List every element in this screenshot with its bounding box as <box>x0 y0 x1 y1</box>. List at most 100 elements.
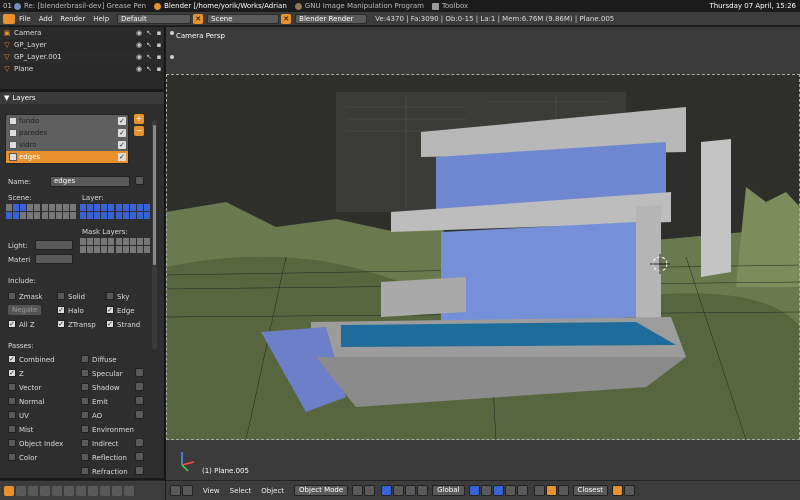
render-icon[interactable]: ▪ <box>154 29 164 37</box>
render-layer-grid-2[interactable] <box>116 204 150 219</box>
indirect-pass-checkbox[interactable] <box>81 439 89 447</box>
material-override-field[interactable] <box>35 254 73 264</box>
render-icon[interactable]: ▪ <box>154 41 164 49</box>
normal-pass-checkbox[interactable] <box>8 397 16 405</box>
edge-checkbox[interactable]: ✓ <box>106 306 114 314</box>
close-scene-icon[interactable]: ✕ <box>281 13 292 24</box>
scene-field[interactable]: Scene <box>207 13 280 24</box>
task-toolbox[interactable]: Toolbox <box>431 2 468 10</box>
eye-icon[interactable]: ◉ <box>134 29 144 37</box>
scene-layers-grid-2[interactable] <box>42 204 76 219</box>
layer-enable-checkbox[interactable]: ✓ <box>118 141 126 149</box>
sky-checkbox[interactable] <box>106 292 114 300</box>
menu-render[interactable]: Render <box>60 15 85 23</box>
render-context-icon[interactable] <box>4 485 14 496</box>
menu-view[interactable]: View <box>203 487 220 495</box>
layer-button-icon[interactable] <box>492 485 504 496</box>
eye-icon[interactable]: ◉ <box>134 41 144 49</box>
negate-button[interactable]: Negate <box>8 305 42 315</box>
vector-pass-checkbox[interactable] <box>8 383 16 391</box>
cursor-icon[interactable]: ↖ <box>144 53 154 61</box>
object-index-pass-checkbox[interactable] <box>8 439 16 447</box>
manipulator-toggle-icon[interactable] <box>381 485 393 496</box>
translate-manipulator-icon[interactable] <box>393 485 405 496</box>
render-engine-select[interactable]: Blender Render <box>295 13 368 24</box>
task-email[interactable]: Re: [blenderbrasil-dev] Grease Pen <box>14 2 146 10</box>
cursor-icon[interactable]: ↖ <box>144 41 154 49</box>
menu-file[interactable]: File <box>19 15 31 23</box>
menu-help[interactable]: Help <box>93 15 109 23</box>
cursor-icon[interactable]: ↖ <box>144 65 154 73</box>
z-pass-checkbox[interactable]: ✓ <box>8 369 16 377</box>
refraction-exclude-toggle[interactable] <box>135 466 144 475</box>
render-layer-item[interactable]: paredes ✓ <box>6 127 128 139</box>
menu-add[interactable]: Add <box>39 15 53 23</box>
render-layer-item[interactable]: vidro ✓ <box>6 139 128 151</box>
task-gimp[interactable]: GNU Image Manipulation Program <box>294 2 424 10</box>
eye-icon[interactable]: ◉ <box>134 53 144 61</box>
render-icon[interactable]: ▪ <box>154 65 164 73</box>
particles-context-icon[interactable] <box>112 485 122 496</box>
ao-exclude-toggle[interactable] <box>135 410 144 419</box>
layer-enable-checkbox[interactable]: ✓ <box>118 129 126 137</box>
rotate-manipulator-icon[interactable] <box>405 485 417 496</box>
shadow-exclude-toggle[interactable] <box>135 382 144 391</box>
indirect-exclude-toggle[interactable] <box>135 438 144 447</box>
layer-enable-checkbox[interactable]: ✓ <box>118 117 126 125</box>
outliner-item-plane[interactable]: ▽ Plane ◉ ↖ ▪ <box>0 63 164 75</box>
add-layer-button[interactable]: + <box>134 114 144 124</box>
transform-orientation-select[interactable]: Global <box>432 485 465 496</box>
combined-pass-checkbox[interactable]: ✓ <box>8 355 16 363</box>
texture-context-icon[interactable] <box>100 485 110 496</box>
solid-checkbox[interactable] <box>57 292 65 300</box>
cursor-icon[interactable]: ↖ <box>144 29 154 37</box>
layer-render-toggle[interactable] <box>135 176 144 185</box>
layer-button-icon[interactable] <box>468 485 480 496</box>
ztransp-checkbox[interactable]: ✓ <box>57 320 65 328</box>
layer-button-icon[interactable] <box>504 485 516 496</box>
layer-enable-checkbox[interactable]: ✓ <box>118 153 126 161</box>
snap-element-icon[interactable] <box>557 485 569 496</box>
task-blender[interactable]: Blender [/home/yorik/Works/Adrian <box>154 2 287 10</box>
editor-type-icon[interactable] <box>3 13 15 24</box>
shading-mode-icon[interactable] <box>352 485 364 496</box>
refraction-pass-checkbox[interactable] <box>81 467 89 475</box>
render-preview-icon[interactable] <box>611 485 623 496</box>
remove-layer-button[interactable]: − <box>134 126 144 136</box>
scene-layers-grid[interactable] <box>6 204 40 219</box>
layers-panel-header[interactable]: ▼ Layers <box>0 92 164 104</box>
outliner-item-gp-layer-001[interactable]: ▽ GP_Layer.001 ◉ ↖ ▪ <box>0 51 164 63</box>
halo-checkbox[interactable]: ✓ <box>57 306 65 314</box>
close-screen-icon[interactable]: ✕ <box>193 13 204 24</box>
layer-name-field[interactable]: edges <box>50 176 130 187</box>
layer-button-icon[interactable] <box>516 485 528 496</box>
reflection-exclude-toggle[interactable] <box>135 452 144 461</box>
strand-checkbox[interactable]: ✓ <box>106 320 114 328</box>
outliner-item-camera[interactable]: ▣ Camera ◉ ↖ ▪ <box>0 27 164 39</box>
ao-pass-checkbox[interactable] <box>81 411 89 419</box>
editor-type-icon[interactable] <box>170 485 181 496</box>
menu-select[interactable]: Select <box>230 487 252 495</box>
interaction-mode-select[interactable]: Object Mode <box>294 485 349 496</box>
emit-exclude-toggle[interactable] <box>135 396 144 405</box>
data-context-icon[interactable] <box>76 485 86 496</box>
mask-layers-grid-2[interactable] <box>116 238 150 253</box>
menu-object[interactable]: Object <box>261 487 284 495</box>
uv-pass-checkbox[interactable] <box>8 411 16 419</box>
mask-layers-grid[interactable] <box>80 238 114 253</box>
light-override-field[interactable] <box>35 240 73 250</box>
screen-layout-field[interactable]: Default <box>117 13 192 24</box>
lock-camera-icon[interactable] <box>533 485 545 496</box>
render-animation-icon[interactable] <box>623 485 635 496</box>
diffuse-pass-checkbox[interactable] <box>81 355 89 363</box>
all-z-checkbox[interactable]: ✓ <box>8 320 16 328</box>
workspace-number[interactable]: 01 <box>0 2 14 10</box>
panel-scrollbar[interactable] <box>152 120 157 350</box>
material-context-icon[interactable] <box>88 485 98 496</box>
reflection-pass-checkbox[interactable] <box>81 453 89 461</box>
render-layer-item[interactable]: fundo ✓ <box>6 115 128 127</box>
physics-context-icon[interactable] <box>124 485 134 496</box>
snap-target-select[interactable]: Closest <box>572 485 608 496</box>
color-pass-checkbox[interactable] <box>8 453 16 461</box>
3d-viewport[interactable]: Camera Persp (1) Plane.005 <box>166 27 800 480</box>
